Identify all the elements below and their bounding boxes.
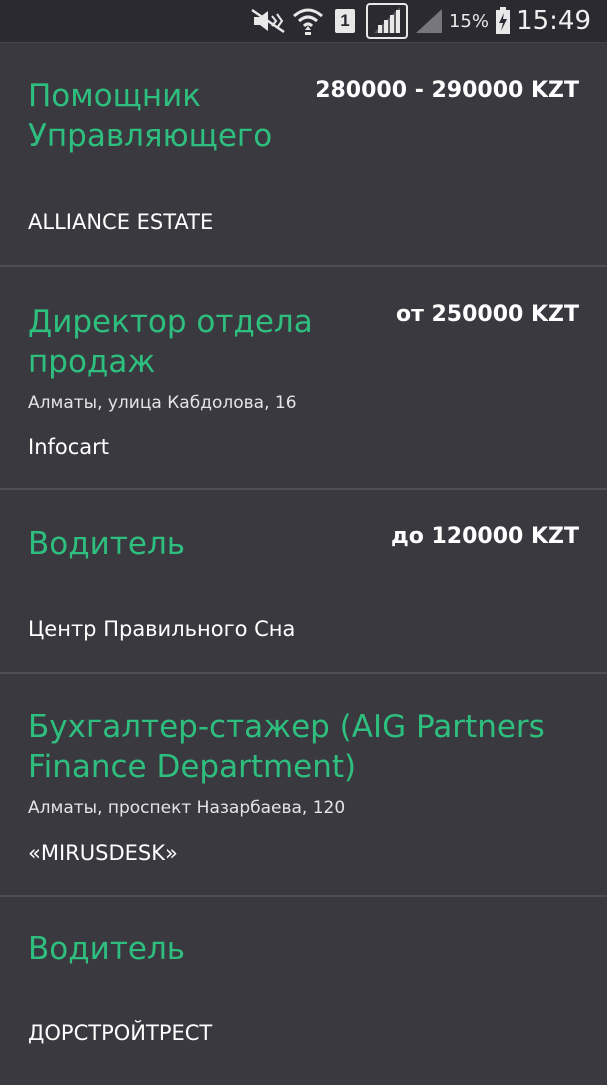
- vacancy-title: Директор отдела продаж: [28, 304, 313, 380]
- sim-icon: 1: [335, 0, 355, 42]
- battery-percent: 15%: [448, 10, 489, 32]
- vacancy-company: ALLIANCE ESTATE: [28, 210, 214, 234]
- status-bar: 1 15% 15:49: [0, 0, 607, 43]
- vacancy-title: Водитель: [28, 526, 186, 562]
- vacancy-item[interactable]: Бухгалтер-стажер (AIG Partners Finance D…: [0, 674, 607, 897]
- signal-weak-icon: [414, 0, 444, 42]
- vacancy-company: ДОРСТРОЙТРЕСТ: [28, 1021, 213, 1045]
- vacancy-title: Бухгалтер-стажер (AIG Partners Finance D…: [28, 709, 545, 785]
- vacancy-list: Помощник Управляющего 280000 - 290000 KZ…: [0, 43, 607, 1085]
- vacancy-item[interactable]: Водитель до 120000 KZT Центр Правильного…: [0, 490, 607, 674]
- battery-charging-icon: [495, 0, 511, 42]
- vacancy-company: Центр Правильного Сна: [28, 617, 296, 641]
- vacancy-company: Infocart: [28, 435, 110, 459]
- vacancy-title: Водитель: [28, 931, 186, 967]
- vacancy-address: Алматы, улица Кабдолова, 16: [28, 393, 297, 413]
- vacancy-title: Помощник Управляющего: [28, 78, 273, 154]
- sim-slot-label: 1: [335, 9, 355, 33]
- signal-icon: [366, 0, 408, 42]
- vacancy-item[interactable]: Водитель ДОРСТРОЙТРЕСТ: [0, 897, 607, 1085]
- vacancy-address: Алматы, проспект Назарбаева, 120: [28, 798, 346, 818]
- vacancy-item[interactable]: Помощник Управляющего 280000 - 290000 KZ…: [0, 43, 607, 267]
- clock: 15:49: [516, 6, 591, 36]
- vacancy-company: «MIRUSDESK»: [28, 841, 178, 865]
- vacancy-item[interactable]: Директор отдела продаж от 250000 KZT Алм…: [0, 267, 607, 490]
- vacancy-salary: 280000 - 290000 KZT: [315, 78, 579, 103]
- mute-icon: [250, 0, 288, 42]
- vacancy-salary: от 250000 KZT: [395, 302, 579, 327]
- wifi-icon: [292, 0, 324, 42]
- vacancy-salary: до 120000 KZT: [390, 524, 579, 549]
